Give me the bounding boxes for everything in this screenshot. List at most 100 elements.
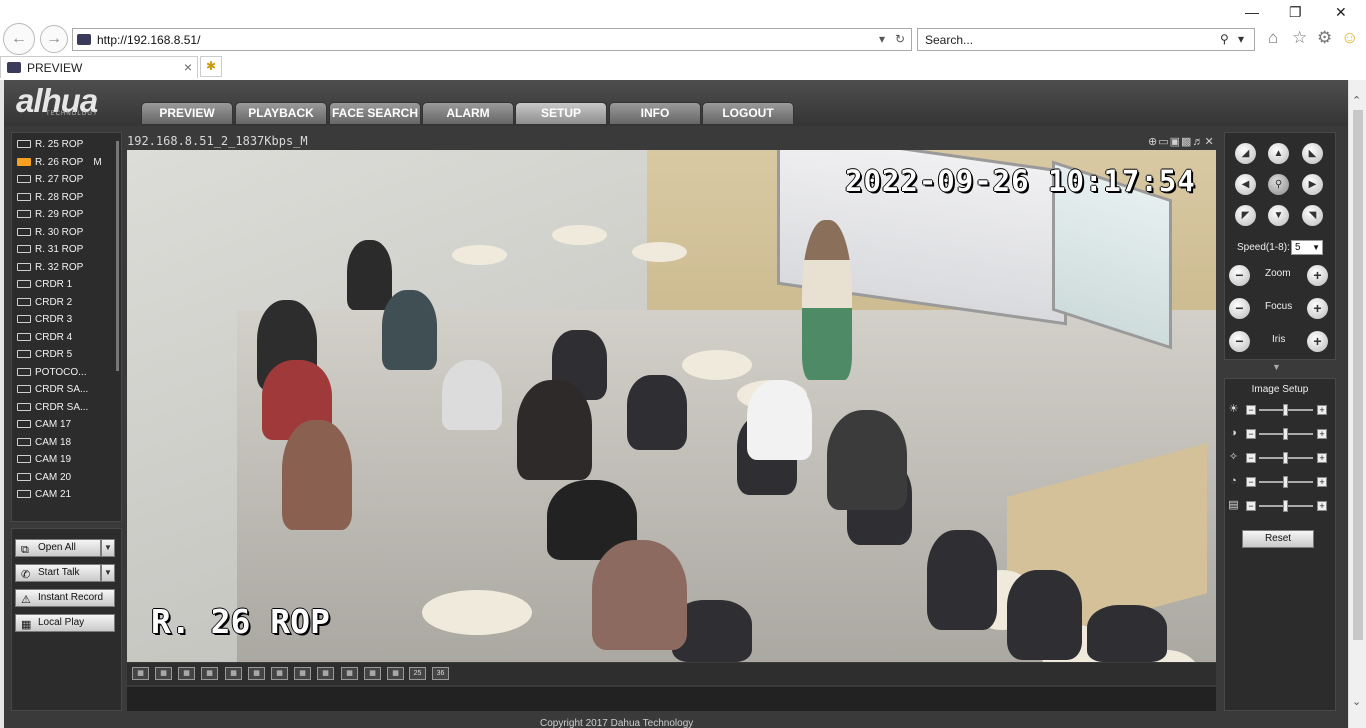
stream-icon[interactable]: ▭ [1158,136,1169,148]
tab-face-search[interactable]: FACE SEARCH [329,102,421,125]
channel-item[interactable]: CRDR 4 [17,332,72,347]
settings-gear-icon[interactable]: ⚙ [1317,28,1332,48]
slider-decrease-button[interactable]: − [1246,477,1256,487]
start-talk-button[interactable]: ✆ Start Talk [15,564,101,582]
start-talk-dropdown[interactable]: ▼ [101,564,115,582]
minimize-icon[interactable]: — [1245,4,1259,20]
slider-increase-button[interactable]: + [1317,405,1327,415]
channel-item[interactable]: CAM 21 [17,489,71,504]
instant-record-button[interactable]: ⚠ Instant Record [15,589,115,607]
tab-playback[interactable]: PLAYBACK [235,102,327,125]
channel-item[interactable]: CAM 17 [17,419,71,434]
iris-open-button[interactable]: + [1307,331,1328,352]
channel-item[interactable]: CRDR SA... [17,384,88,399]
tab-close-icon[interactable]: × [184,59,192,75]
reset-button[interactable]: Reset [1242,530,1314,548]
ptz-up-button[interactable]: ▲ [1268,143,1289,164]
new-tab-icon[interactable]: ✱ [200,56,222,77]
channel-list-scrollbar[interactable] [116,141,119,371]
zoom-in-button[interactable]: + [1307,265,1328,286]
smiley-feedback-icon[interactable]: ☺ [1341,28,1358,48]
speed-select[interactable]: 5 ▼ [1291,240,1323,255]
channel-item[interactable]: R. 29 ROP [17,209,83,224]
layout-button[interactable]: ▦ [178,667,195,680]
home-icon[interactable]: ⌂ [1268,28,1278,48]
record-icon[interactable]: ▩ [1181,136,1192,148]
scroll-down-icon[interactable]: ⌄ [1352,695,1361,708]
page-scrollbar[interactable]: ⌃ ⌄ [1348,80,1366,728]
search-dropdown-icon[interactable]: ▾ [1238,32,1244,46]
audio-speaker-icon[interactable]: ♬ [1192,136,1204,148]
layout-button[interactable]: ▦ [271,667,288,680]
slider-handle[interactable] [1283,476,1288,488]
channel-item[interactable]: CAM 20 [17,472,71,487]
focus-near-button[interactable]: − [1229,298,1250,319]
slider-increase-button[interactable]: + [1317,501,1327,511]
address-dropdown-icon[interactable]: ▾ [879,32,885,46]
ptz-left-button[interactable]: ◀ [1235,174,1256,195]
local-play-button[interactable]: ▦ Local Play [15,614,115,632]
zoom-out-button[interactable]: − [1229,265,1250,286]
collapse-ptz-icon[interactable]: ▼ [1272,362,1281,372]
zoom-video-icon[interactable]: ⊕ [1148,136,1158,148]
channel-item[interactable]: CRDR SA... [17,402,88,417]
iris-close-button[interactable]: − [1229,331,1250,352]
address-url[interactable]: http://192.168.8.51/ [97,33,200,47]
search-input[interactable]: Search... [925,33,973,47]
back-button[interactable]: ← [3,23,35,55]
layout-button[interactable]: ▦ [364,667,381,680]
ptz-down-button[interactable]: ▼ [1268,205,1289,226]
scroll-up-icon[interactable]: ⌃ [1352,94,1361,107]
layout-button[interactable]: ▦ [225,667,242,680]
slider-increase-button[interactable]: + [1317,477,1327,487]
browser-tab[interactable]: PREVIEW × [0,56,198,78]
layout-button[interactable]: ▦ [317,667,334,680]
layout-button[interactable]: ▦ [294,667,311,680]
open-all-button[interactable]: ⧉ Open All [15,539,101,557]
layout-button[interactable]: ▦ [132,667,149,680]
channel-item[interactable]: CAM 18 [17,437,71,452]
video-feed[interactable]: 2022-09-26 10:17:54 R. 26 ROP [127,150,1216,662]
open-all-dropdown[interactable]: ▼ [101,539,115,557]
slider-handle[interactable] [1283,500,1288,512]
ptz-up-right-button[interactable]: ◣ [1302,143,1323,164]
channel-item[interactable]: R. 30 ROP [17,227,83,242]
layout-button[interactable]: 36 [432,667,449,680]
slider-decrease-button[interactable]: − [1246,453,1256,463]
channel-item[interactable]: R. 25 ROP [17,139,83,154]
channel-item[interactable]: CRDR 1 [17,279,72,294]
layout-button[interactable]: ▦ [155,667,172,680]
focus-far-button[interactable]: + [1307,298,1328,319]
close-video-icon[interactable]: ✕ [1204,136,1214,148]
channel-item[interactable]: CRDR 2 [17,297,72,312]
slider-decrease-button[interactable]: − [1246,501,1256,511]
ptz-down-right-button[interactable]: ◥ [1302,205,1323,226]
slider-handle[interactable] [1283,404,1288,416]
tab-setup[interactable]: SETUP [515,102,607,125]
forward-button[interactable]: → [40,25,68,53]
channel-item[interactable]: CRDR 3 [17,314,72,329]
scroll-thumb[interactable] [1353,110,1363,640]
layout-button[interactable]: 25 [409,667,426,680]
channel-item[interactable]: CAM 19 [17,454,71,469]
slider-decrease-button[interactable]: − [1246,429,1256,439]
address-bar[interactable]: http://192.168.8.51/ ▾ ↻ [72,28,912,51]
slider-handle[interactable] [1283,452,1288,464]
slider-increase-button[interactable]: + [1317,453,1327,463]
layout-button[interactable]: ▦ [248,667,265,680]
layout-button[interactable]: ▦ [387,667,404,680]
slider-increase-button[interactable]: + [1317,429,1327,439]
refresh-icon[interactable]: ↻ [895,32,905,46]
ptz-down-left-button[interactable]: ◤ [1235,205,1256,226]
channel-item[interactable]: R. 26 ROP M [17,157,102,172]
search-box[interactable]: Search... ⚲ ▾ [917,28,1255,51]
favorites-star-icon[interactable]: ☆ [1292,28,1307,48]
snapshot-camera-icon[interactable]: ▣ [1170,136,1181,148]
layout-button[interactable]: ▦ [201,667,218,680]
channel-item[interactable]: R. 28 ROP [17,192,83,207]
search-icon[interactable]: ⚲ [1220,32,1229,46]
tab-info[interactable]: INFO [609,102,701,125]
close-window-icon[interactable]: ✕ [1335,4,1347,21]
ptz-center-zoom-icon[interactable]: ⚲ [1268,174,1289,195]
layout-button[interactable]: ▦ [341,667,358,680]
